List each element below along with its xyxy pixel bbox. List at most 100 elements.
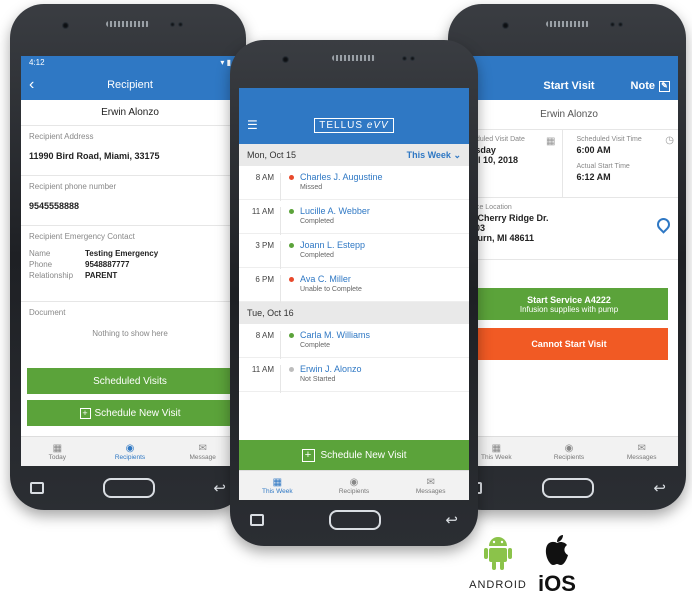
emergency-phone-label: Phone	[29, 260, 53, 269]
tab-today[interactable]: ▦ Today	[21, 437, 94, 466]
hamburger-menu-icon[interactable]: ☰	[247, 118, 258, 132]
back-button-icon[interactable]: ↩	[653, 479, 666, 497]
visit-row[interactable]: 11 AM Erwin J. Alonzo Not Started	[239, 358, 469, 393]
emergency-relationship-value: PARENT	[85, 271, 118, 280]
visit-row[interactable]: 8 AM Carla M. Williams Complete	[239, 324, 469, 359]
visit-recipient-name[interactable]: Erwin J. Alonzo	[300, 364, 362, 374]
sensor	[170, 22, 175, 27]
status-dot-icon	[289, 243, 294, 248]
visit-time: 8 AM	[239, 331, 281, 359]
envelope-icon: ✉	[637, 442, 646, 454]
back-button-icon[interactable]: ↩	[445, 511, 458, 529]
service-location-line3: Auburn, MI 48611	[460, 233, 535, 243]
address-label: Recipient Address	[29, 132, 94, 141]
scheduled-visits-button[interactable]: Scheduled Visits	[27, 368, 233, 394]
phone-label: Recipient phone number	[29, 182, 117, 191]
visit-recipient-name[interactable]: Carla M. Williams	[300, 330, 370, 340]
tellus-header: ☰ TELLUS eVV	[239, 88, 469, 144]
phone-value[interactable]: 9545558888	[29, 201, 231, 211]
home-button[interactable]	[102, 478, 155, 498]
emergency-phone-value[interactable]: 9548887777	[85, 260, 231, 269]
visit-recipient-name[interactable]: Lucille A. Webber	[300, 206, 370, 216]
person-icon: ◉	[564, 442, 574, 454]
visit-details: Erwin J. Alonzo Not Started	[300, 364, 362, 383]
service-location-line1: 247 Cherry Ridge Dr.	[460, 213, 549, 223]
start-service-label: Start Service A4222	[527, 294, 611, 305]
status-dot-icon	[289, 367, 294, 372]
visit-status: Complete	[300, 342, 330, 349]
status-bar: 4:12 ▾ ▮	[21, 56, 239, 70]
address-value[interactable]: 11990 Bird Road, Miami, 33175	[29, 151, 231, 161]
calendar-icon: ▦	[52, 442, 63, 454]
sensor	[410, 56, 415, 61]
start-service-button[interactable]: Start Service A4222 Infusion supplies wi…	[470, 288, 668, 320]
sensor	[618, 22, 623, 27]
android-robot-icon	[484, 537, 512, 570]
header-title: Recipient	[107, 79, 153, 91]
left-screen: 4:12 ▾ ▮ ‹ Recipient Erwin Alonzo Recipi…	[21, 56, 239, 466]
visit-recipient-name[interactable]: Joann L. Estepp	[300, 240, 365, 250]
service-location-label: Service Location	[460, 204, 512, 211]
visit-recipient-name[interactable]: Ava C. Miller	[300, 274, 362, 284]
center-phone: ☰ TELLUS eVV Mon, Oct 15 This Week ⌄ 8 A…	[230, 40, 478, 546]
home-button[interactable]	[328, 510, 381, 530]
visit-time-grid: Scheduled Visit Date ▦ Tuesday April 10,…	[460, 130, 678, 198]
tab-message[interactable]: ✉ Message	[166, 437, 239, 466]
tab-messages[interactable]: ✉ Messages	[392, 471, 469, 500]
visit-status: Unable to Complete	[300, 286, 362, 293]
tab-recipients[interactable]: ◉ Recipients	[533, 437, 606, 466]
evv-logo-text: eVV	[366, 119, 389, 131]
recent-apps-button[interactable]	[30, 482, 44, 494]
day2-label: Tue, Oct 16	[247, 308, 294, 318]
visit-row[interactable]: 6 PM Ava C. Miller Unable to Complete	[239, 268, 469, 303]
visit-recipient-name[interactable]: Charles J. Augustine	[300, 172, 383, 182]
visit-row[interactable]: 11 AM Lucille A. Webber Completed	[239, 200, 469, 235]
ios-badge: iOS	[534, 534, 580, 595]
cannot-start-visit-button[interactable]: Cannot Start Visit	[470, 328, 668, 360]
calendar-icon: ▦	[546, 136, 556, 147]
visits-list-tue: 8 AM Carla M. Williams Complete 11 AM Erwin …	[239, 324, 469, 393]
status-icons: ▾ ▮	[220, 58, 231, 67]
tab-recipients-label: Recipients	[338, 487, 370, 495]
emergency-name-label: Name	[29, 249, 51, 258]
sensor	[178, 22, 183, 27]
note-button[interactable]: Note ✎	[631, 80, 670, 92]
right-tab-bar: ▦ This Week ◉ Recipients ✉ Messages	[460, 436, 678, 466]
schedule-new-visit-button[interactable]: + Schedule New Visit	[27, 400, 233, 426]
plus-box-icon: +	[79, 407, 91, 419]
emergency-label: Recipient Emergency Contact	[29, 232, 135, 241]
left-tab-bar: ▦ Today ◉ Recipients ✉ Message	[21, 436, 239, 466]
header-title: Start Visit	[543, 80, 595, 92]
visit-time: 6 PM	[239, 275, 281, 303]
tab-recipients[interactable]: ◉ Recipients	[316, 471, 393, 500]
visit-row[interactable]: 3 PM Joann L. Estepp Completed	[239, 234, 469, 269]
sensor	[610, 22, 615, 27]
scheduled-time-cell: Scheduled Visit Time ◷ 6:00 AM Actual St…	[563, 130, 679, 197]
address-section: Recipient Address 11990 Bird Road, Miami…	[21, 126, 239, 176]
visit-details: Lucille A. Webber Completed	[300, 206, 370, 225]
note-label: Note	[630, 80, 655, 92]
home-button[interactable]	[541, 478, 594, 498]
visit-row[interactable]: 8 AM Charles J. Augustine Missed	[239, 166, 469, 201]
tab-recipients[interactable]: ◉ Recipients	[94, 437, 167, 466]
recent-apps-button[interactable]	[250, 514, 264, 526]
schedule-new-visit-label: Schedule New Visit	[320, 449, 407, 461]
scheduled-time-value: 6:00 AM	[576, 145, 611, 155]
emergency-name-value: Testing Emergency	[85, 249, 159, 258]
week-filter-dropdown[interactable]: This Week ⌄	[407, 150, 461, 161]
tellus-logo-text: TELLUS	[319, 119, 364, 131]
calendar-icon: ▦	[491, 442, 502, 454]
tab-messages-label: Messages	[626, 453, 657, 461]
emergency-relationship-label: Relationship	[29, 271, 74, 280]
tab-this-week[interactable]: ▦ This Week	[239, 471, 316, 500]
right-hw-nav: ↩	[448, 466, 686, 510]
back-button-icon[interactable]: ↩	[213, 479, 226, 497]
back-arrow-icon[interactable]: ‹	[29, 76, 34, 94]
service-location-section: Service Location 247 Cherry Ridge Dr. #6…	[460, 198, 678, 260]
recipient-name: Erwin Alonzo	[21, 100, 239, 126]
tab-messages[interactable]: ✉ Messages	[605, 437, 678, 466]
document-label: Document	[29, 308, 66, 317]
schedule-new-visit-button[interactable]: + Schedule New Visit	[239, 440, 469, 470]
center-hw-nav: ↩	[230, 498, 478, 542]
actual-start-label: Actual Start Time	[576, 163, 630, 170]
